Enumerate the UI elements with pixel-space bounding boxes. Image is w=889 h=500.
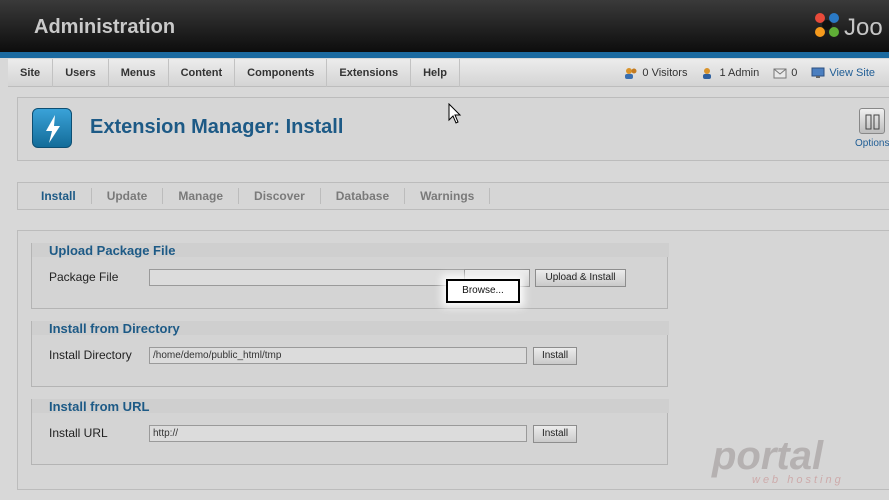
- upload-legend-bar: Upload Package File: [32, 243, 669, 258]
- admins-count: 1 Admin: [719, 67, 760, 79]
- portal-watermark: portal web hosting: [712, 434, 862, 494]
- monitor-icon: [811, 67, 825, 78]
- install-url-button[interactable]: Install: [533, 425, 577, 443]
- install-directory-input[interactable]: [149, 347, 527, 364]
- mouse-cursor-icon: [448, 103, 462, 124]
- watermark-sub: web hosting: [752, 474, 844, 486]
- menu-components[interactable]: Components: [235, 59, 328, 87]
- upload-install-button[interactable]: Upload & Install: [535, 269, 626, 287]
- browse-button-label: Browse...: [462, 285, 504, 296]
- upload-package-fieldset: Upload Package File Package File Upload …: [31, 243, 669, 309]
- top-menu-bar: Site Users Menus Content Components Exte…: [8, 59, 889, 87]
- lightning-icon: [46, 115, 60, 143]
- menu-menus[interactable]: Menus: [109, 59, 169, 87]
- menu-site[interactable]: Site: [8, 59, 54, 87]
- install-directory-label: Install Directory: [49, 348, 132, 362]
- menu-extensions[interactable]: Extensions: [327, 59, 412, 87]
- tab-install[interactable]: Install: [26, 188, 92, 204]
- page-title: Extension Manager: Install: [90, 116, 344, 138]
- extension-manager-icon: [32, 108, 72, 148]
- status-area: 0 Visitors 1 Admin 0 View Site: [624, 59, 889, 87]
- menu-content[interactable]: Content: [169, 59, 236, 87]
- upload-legend: Upload Package File: [49, 243, 176, 258]
- url-legend-bar: Install from URL: [32, 399, 669, 414]
- brand-text: Joo: [844, 14, 883, 41]
- tab-update[interactable]: Update: [92, 188, 164, 204]
- joomla-logo[interactable]: Joo: [812, 10, 889, 46]
- package-file-label: Package File: [49, 270, 119, 284]
- view-site-link[interactable]: View Site: [811, 67, 875, 79]
- admin-icon: [703, 68, 712, 79]
- install-url-label: Install URL: [49, 426, 108, 440]
- visitors-count: 0 Visitors: [642, 67, 688, 79]
- install-url-input[interactable]: [149, 425, 527, 442]
- users-icon: [625, 68, 637, 79]
- submenu-panel: Install Update Manage Discover Database …: [17, 182, 889, 210]
- visitors-status: 0 Visitors: [624, 67, 687, 79]
- tab-database[interactable]: Database: [321, 188, 406, 204]
- url-legend: Install from URL: [49, 399, 150, 414]
- options-label: Options: [855, 138, 889, 149]
- admins-status: 1 Admin: [701, 67, 759, 79]
- options-button[interactable]: Options: [855, 108, 889, 154]
- messages-status[interactable]: 0: [773, 67, 797, 79]
- install-directory-fieldset: Install from Directory Install Directory…: [31, 321, 669, 387]
- install-directory-button[interactable]: Install: [533, 347, 577, 365]
- package-file-input[interactable]: [149, 269, 465, 286]
- browse-button[interactable]: Browse...: [446, 279, 520, 303]
- tab-discover[interactable]: Discover: [239, 188, 321, 204]
- tab-warnings[interactable]: Warnings: [405, 188, 491, 204]
- tab-manage[interactable]: Manage: [163, 188, 240, 204]
- options-glyph: [865, 114, 880, 130]
- admin-header: Administration Joo: [0, 0, 889, 58]
- menu-users[interactable]: Users: [53, 59, 109, 87]
- submenu-tabs: Install Update Manage Discover Database …: [18, 183, 889, 209]
- menu-help[interactable]: Help: [411, 59, 460, 87]
- directory-legend-bar: Install from Directory: [32, 321, 669, 336]
- joomla-icon: [815, 13, 839, 37]
- messages-icon: [773, 68, 787, 79]
- view-site-label: View Site: [829, 67, 875, 79]
- options-icon: [859, 108, 885, 134]
- directory-legend: Install from Directory: [49, 321, 180, 336]
- install-url-fieldset: Install from URL Install URL Install: [31, 399, 669, 465]
- messages-count: 0: [791, 67, 798, 79]
- watermark-main: portal: [712, 434, 824, 478]
- header-title: Administration: [34, 16, 176, 38]
